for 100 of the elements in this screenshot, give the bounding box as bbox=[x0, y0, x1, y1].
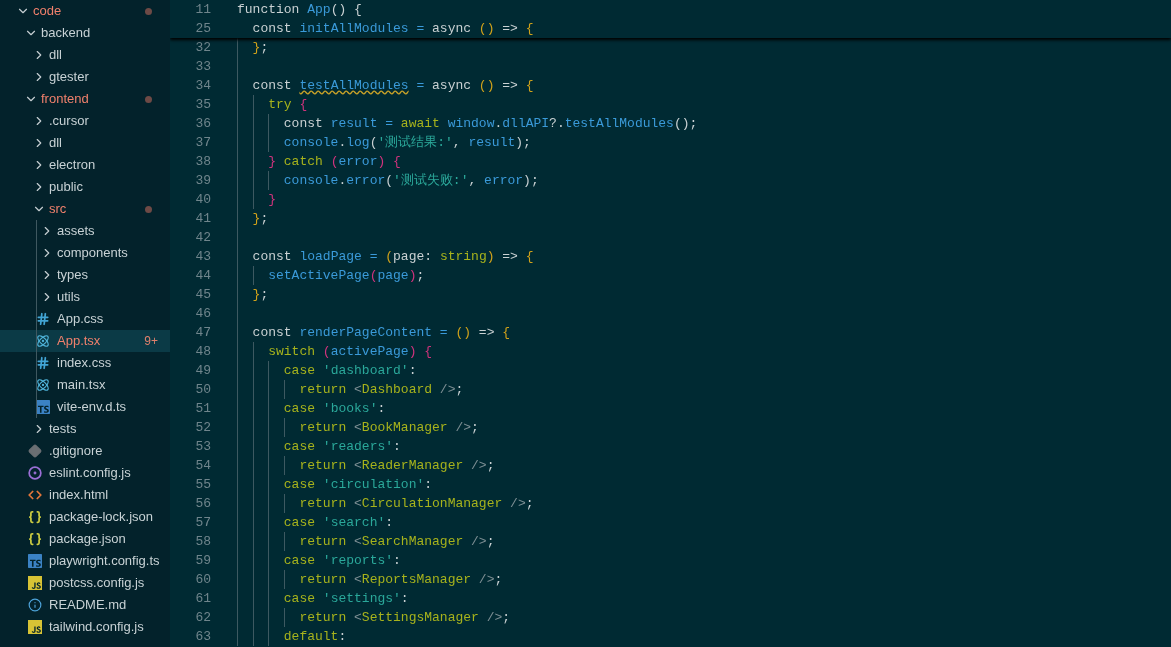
folder-row[interactable]: gtester bbox=[0, 66, 170, 88]
code-line: return <SearchManager />; bbox=[298, 532, 495, 551]
folder-name: code bbox=[33, 2, 62, 21]
typescript-icon bbox=[28, 554, 42, 568]
line-number: 41 bbox=[194, 209, 211, 228]
line-number: 45 bbox=[194, 285, 211, 304]
hash-icon bbox=[36, 312, 50, 326]
line-number: 36 bbox=[194, 114, 211, 133]
folder-name: tests bbox=[49, 420, 77, 439]
javascript-icon bbox=[28, 620, 42, 634]
file-row[interactable]: index.css bbox=[0, 352, 170, 374]
file-row[interactable]: App.tsx 9+ bbox=[0, 330, 170, 352]
file-row[interactable]: main.tsx bbox=[0, 374, 170, 396]
folder-name: components bbox=[57, 244, 128, 263]
file-name: package.json bbox=[49, 530, 126, 549]
folder-name: public bbox=[49, 178, 83, 197]
code-line: return <Dashboard />; bbox=[298, 380, 464, 399]
code-line: setActivePage(page); bbox=[267, 266, 425, 285]
file-name: vite-env.d.ts bbox=[57, 398, 127, 417]
line-number: 46 bbox=[194, 304, 211, 323]
line-number: 49 bbox=[194, 361, 211, 380]
folder-row[interactable]: public bbox=[0, 176, 170, 198]
code-line: return <CirculationManager />; bbox=[298, 494, 534, 513]
line-number: 11 bbox=[194, 0, 211, 19]
line-number: 63 bbox=[194, 627, 211, 646]
line-number: 55 bbox=[194, 475, 211, 494]
file-row[interactable]: vite-env.d.ts bbox=[0, 396, 170, 418]
code-line: }; bbox=[251, 285, 269, 304]
folder-name: dll bbox=[49, 46, 62, 65]
folder-row[interactable]: src bbox=[0, 198, 170, 220]
folder-row[interactable]: components bbox=[0, 242, 170, 264]
folder-name: utils bbox=[57, 288, 81, 307]
braces-icon bbox=[28, 510, 42, 524]
braces-icon bbox=[28, 532, 42, 546]
code-line: case 'circulation': bbox=[282, 475, 433, 494]
file-row[interactable]: playwright.config.ts bbox=[0, 550, 170, 572]
line-number: 35 bbox=[194, 95, 211, 114]
file-row[interactable]: package.json bbox=[0, 528, 170, 550]
line-number: 52 bbox=[194, 418, 211, 437]
folder-name: frontend bbox=[41, 90, 89, 109]
folder-name: gtester bbox=[49, 68, 89, 87]
line-number: 53 bbox=[194, 437, 211, 456]
line-number: 61 bbox=[194, 589, 211, 608]
line-number: 48 bbox=[194, 342, 211, 361]
line-number: 25 bbox=[194, 19, 211, 38]
code-line: case 'reports': bbox=[282, 551, 401, 570]
file-row[interactable]: postcss.config.js bbox=[0, 572, 170, 594]
file-row[interactable]: .gitignore bbox=[0, 440, 170, 462]
file-name: App.css bbox=[57, 310, 104, 329]
code-line: default: bbox=[282, 627, 347, 646]
file-row[interactable]: README.md bbox=[0, 594, 170, 616]
file-row[interactable]: package-lock.json bbox=[0, 506, 170, 528]
file-row[interactable]: App.css bbox=[0, 308, 170, 330]
file-name: package-lock.json bbox=[49, 508, 154, 527]
problem-count: 9+ bbox=[144, 333, 159, 350]
line-number: 58 bbox=[194, 532, 211, 551]
folder-row[interactable]: dll bbox=[0, 44, 170, 66]
folder-row[interactable]: electron bbox=[0, 154, 170, 176]
folder-row[interactable]: tests bbox=[0, 418, 170, 440]
line-number: 39 bbox=[194, 171, 211, 190]
file-row[interactable]: index.html bbox=[0, 484, 170, 506]
line-number: 57 bbox=[194, 513, 211, 532]
code-line: const renderPageContent = () => { bbox=[251, 323, 511, 342]
line-number: 34 bbox=[194, 76, 211, 95]
javascript-icon bbox=[28, 576, 42, 590]
code-line: return <SettingsManager />; bbox=[298, 608, 511, 627]
folder-name: assets bbox=[57, 222, 95, 241]
code-line: } catch (error) { bbox=[267, 152, 401, 171]
line-number: 44 bbox=[194, 266, 211, 285]
folder-row[interactable]: utils bbox=[0, 286, 170, 308]
folder-row[interactable]: .cursor bbox=[0, 110, 170, 132]
line-number: 38 bbox=[194, 152, 211, 171]
line-number: 40 bbox=[194, 190, 211, 209]
folder-row[interactable]: code bbox=[0, 0, 170, 22]
code-line: const result = await window.dllAPI?.testAllModules(); bbox=[282, 114, 698, 133]
code-line: try { bbox=[267, 95, 308, 114]
code-line: case 'dashboard': bbox=[282, 361, 417, 380]
code-line: case 'readers': bbox=[282, 437, 401, 456]
code-icon bbox=[28, 488, 42, 502]
folder-row[interactable]: types bbox=[0, 264, 170, 286]
diamond-icon bbox=[28, 444, 42, 458]
code-line: function App() { bbox=[237, 0, 362, 19]
folder-row[interactable]: dll bbox=[0, 132, 170, 154]
file-name: .gitignore bbox=[49, 442, 103, 461]
atom-icon bbox=[36, 378, 50, 392]
file-row[interactable]: eslint.config.js bbox=[0, 462, 170, 484]
folder-row[interactable]: backend bbox=[0, 22, 170, 44]
file-name: tailwind.config.js bbox=[49, 618, 144, 637]
line-number: 33 bbox=[194, 57, 211, 76]
file-row[interactable]: tailwind.config.js bbox=[0, 616, 170, 638]
line-number: 42 bbox=[194, 228, 211, 247]
folder-row[interactable]: frontend bbox=[0, 88, 170, 110]
line-number: 59 bbox=[194, 551, 211, 570]
line-number: 47 bbox=[194, 323, 211, 342]
code-line: const loadPage = (page: string) => { bbox=[251, 247, 534, 266]
line-number: 60 bbox=[194, 570, 211, 589]
file-name: eslint.config.js bbox=[49, 464, 131, 483]
folder-row[interactable]: assets bbox=[0, 220, 170, 242]
code-line: } bbox=[267, 190, 276, 209]
line-number: 32 bbox=[194, 38, 211, 57]
